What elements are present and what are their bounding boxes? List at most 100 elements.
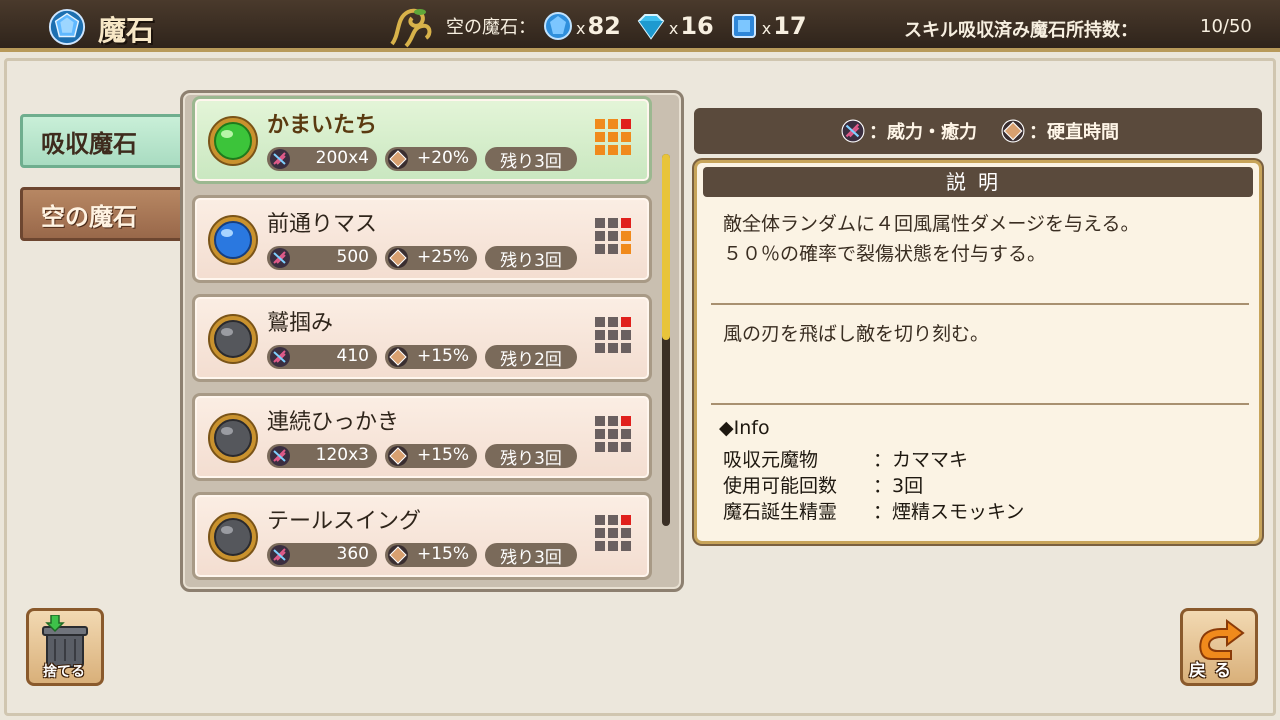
stun-icon: [388, 545, 408, 565]
list-item[interactable]: 前通りマス 500 +25% 残り3回: [192, 195, 652, 283]
target-grid-icon: [595, 218, 631, 254]
stone-count-value: 82: [587, 12, 621, 40]
stun-pill: +20%: [385, 147, 477, 171]
info-value: ：煙精スモッキン: [873, 501, 1025, 523]
info-value: ：3回: [873, 475, 924, 497]
power-pill: 200x4: [267, 147, 377, 171]
empty-stone-label: 空の魔石：: [446, 17, 536, 38]
divider: [711, 303, 1249, 305]
stone-count-value: 17: [773, 12, 807, 40]
remaining-uses-badge: 残り3回: [485, 147, 577, 172]
skill-name: 連続ひっかき: [267, 410, 400, 435]
info-title: ◆Info: [719, 417, 770, 439]
target-grid-icon: [595, 317, 631, 353]
target-grid-icon: [595, 416, 631, 452]
remaining-uses-badge: 残り3回: [485, 543, 577, 568]
power-pill: 120x3: [267, 444, 377, 468]
effect-text: 敵全体ランダムに４回風属性ダメージを与える。 ５０％の確率で裂傷状態を付与する。: [723, 209, 1243, 269]
magic-stone-icon: [48, 8, 86, 46]
scrollbar-thumb[interactable]: [662, 154, 670, 340]
stun-pill: +15%: [385, 543, 477, 567]
stun-icon: [388, 347, 408, 367]
power-legend-label: ：威力・癒力: [869, 122, 977, 143]
power-value: 410: [336, 346, 369, 366]
power-value: 120x3: [315, 445, 369, 465]
tab-absorbed-stones[interactable]: 吸収魔石: [20, 114, 184, 168]
info-key: 使用可能回数: [723, 475, 838, 497]
divider: [711, 403, 1249, 405]
tab-label: 吸収魔石: [41, 129, 137, 158]
info-row: 使用可能回数 ：3回: [723, 471, 923, 498]
absorbed-count-label: スキル吸収済み魔石所持数：: [904, 20, 1138, 41]
top-bar: 魔石 空の魔石： x 82 x 16 x 17 スキル吸収済み魔石所持数： 10…: [0, 0, 1280, 52]
back-label: 戻る: [1189, 661, 1239, 681]
stun-value: +15%: [416, 346, 469, 366]
stone-count-square: x 17: [728, 10, 807, 42]
stun-value: +20%: [416, 148, 469, 168]
gray-orb-icon: [208, 512, 258, 562]
description-heading: 説明: [703, 167, 1253, 197]
back-button[interactable]: 戻る: [1180, 608, 1258, 686]
power-icon: [270, 545, 290, 565]
effect-line: ５０％の確率で裂傷状態を付与する。: [723, 243, 1047, 265]
stun-icon: [388, 446, 408, 466]
info-key: 魔石誕生精霊: [723, 501, 838, 523]
absorbed-count-value: 10/50: [1200, 16, 1252, 37]
stat-legend: ：威力・癒力 ：硬直時間: [694, 108, 1262, 154]
tab-label: 空の魔石: [41, 202, 137, 231]
stun-value: +15%: [416, 544, 469, 564]
stun-value: +15%: [416, 445, 469, 465]
cyan-diamond-gem-icon: [637, 14, 665, 40]
info-value: ：カママキ: [873, 449, 969, 471]
page-title: 魔石: [98, 14, 155, 47]
info-key: 吸収元魔物: [723, 449, 819, 471]
stun-value: +25%: [416, 247, 469, 267]
list-item[interactable]: 連続ひっかき 120x3 +15% 残り3回: [192, 393, 652, 481]
info-row: 魔石誕生精霊 ：煙精スモッキン: [723, 497, 1024, 524]
discard-label: 捨てる: [43, 664, 85, 680]
empty-stone-counts: 空の魔石： x 82 x 16 x 17: [446, 10, 821, 42]
green-orb-icon: [208, 116, 258, 166]
stone-count-diamond: x 16: [635, 10, 714, 42]
power-icon: [270, 347, 290, 367]
target-grid-icon: [595, 515, 631, 551]
stone-count-round: x 82: [542, 10, 621, 42]
list-item[interactable]: 鷲掴み 410 +15% 残り2回: [192, 294, 652, 382]
power-value: 500: [336, 247, 369, 267]
description-panel: 説明 敵全体ランダムに４回風属性ダメージを与える。 ５０％の確率で裂傷状態を付与…: [694, 160, 1262, 544]
stun-icon: [388, 149, 408, 169]
power-pill: 360: [267, 543, 377, 567]
power-value: 200x4: [315, 148, 369, 168]
effect-line: 敵全体ランダムに４回風属性ダメージを与える。: [723, 213, 1140, 235]
power-pill: 500: [267, 246, 377, 270]
power-icon: [270, 248, 290, 268]
power-icon: [270, 446, 290, 466]
gray-orb-icon: [208, 314, 258, 364]
list-item[interactable]: かまいたち 200x4 +20% 残り3回: [192, 96, 652, 184]
stun-pill: +15%: [385, 345, 477, 369]
remaining-uses-badge: 残り3回: [485, 246, 577, 271]
skill-name: かまいたち: [267, 113, 378, 138]
flavor-text: 風の刃を飛ばし敵を切り刻む。: [723, 323, 990, 345]
power-icon: [841, 119, 865, 143]
blue-round-gem-icon: [544, 12, 572, 40]
stun-pill: +15%: [385, 444, 477, 468]
stun-icon: [388, 248, 408, 268]
blue-square-gem-icon: [731, 14, 756, 38]
stun-legend-label: ：硬直時間: [1029, 122, 1119, 143]
skill-name: 鷲掴み: [267, 311, 334, 336]
remaining-uses-badge: 残り3回: [485, 444, 577, 469]
ornament-icon: [390, 8, 432, 48]
skill-name: 前通りマス: [267, 212, 378, 237]
stun-pill: +25%: [385, 246, 477, 270]
info-row: 吸収元魔物 ：カママキ: [723, 445, 968, 472]
blue-orb-icon: [208, 215, 258, 265]
power-pill: 410: [267, 345, 377, 369]
power-value: 360: [336, 544, 369, 564]
discard-button[interactable]: 捨てる: [26, 608, 104, 686]
power-icon: [270, 149, 290, 169]
tab-empty-stones[interactable]: 空の魔石: [20, 187, 184, 241]
remaining-uses-badge: 残り2回: [485, 345, 577, 370]
list-item[interactable]: テールスイング 360 +15% 残り3回: [192, 492, 652, 580]
gray-orb-icon: [208, 413, 258, 463]
